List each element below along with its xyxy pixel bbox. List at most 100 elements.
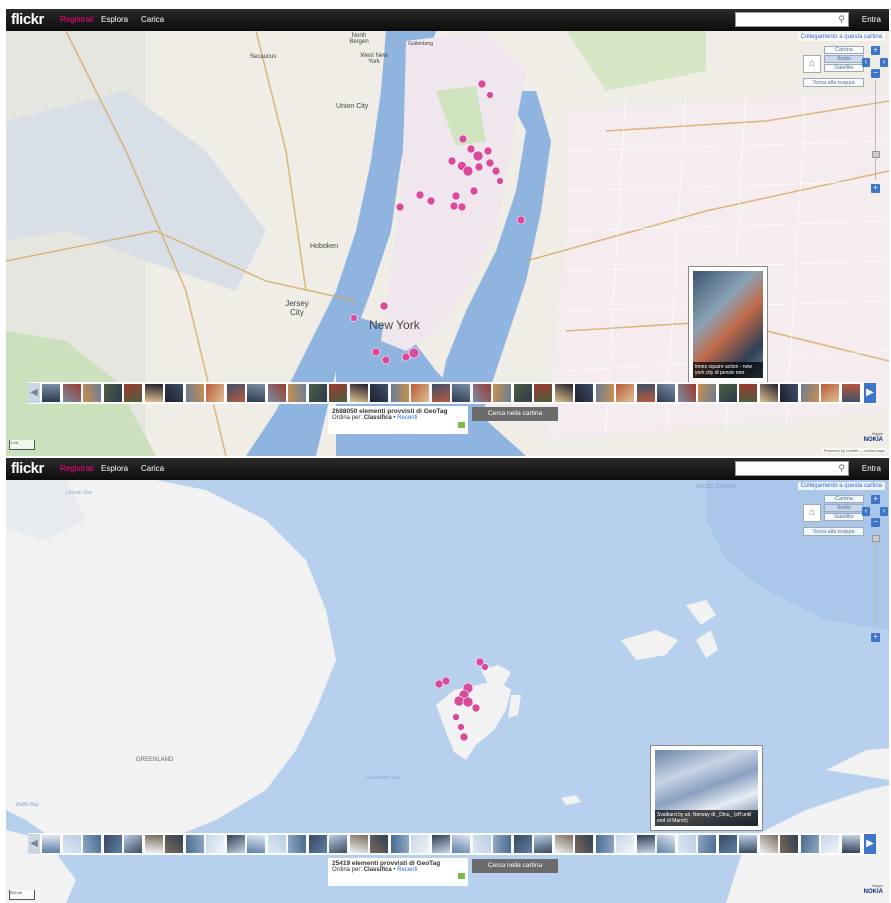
photo-thumbnail[interactable] [554,835,573,853]
photo-thumbnail[interactable] [472,384,491,402]
photo-thumbnail[interactable] [411,384,429,402]
photo-thumbnail[interactable] [329,835,347,853]
strip-next-button[interactable]: ▶ [864,834,876,854]
photo-thumbnail[interactable] [657,384,675,402]
photo-thumbnail[interactable] [42,835,60,853]
photo-thumbnail[interactable] [677,384,696,402]
photo-thumbnail[interactable] [206,384,224,402]
photo-thumbnail[interactable] [124,384,142,402]
photo-thumbnail[interactable] [595,835,614,853]
map-permalink[interactable]: Collegamento a questa cartina [797,482,885,490]
search-icon[interactable]: ⚲ [838,14,845,25]
photo-thumbnail[interactable] [431,384,450,402]
signin-link[interactable]: Entra [862,15,881,24]
photo-thumbnail[interactable] [800,384,819,402]
photo-thumbnail[interactable] [247,835,265,853]
photo-thumbnail[interactable] [62,835,81,853]
photo-thumbnail[interactable] [575,384,593,402]
photo-thumbnail[interactable] [657,835,675,853]
photo-thumbnail[interactable] [83,384,101,402]
photo-thumbnail[interactable] [288,835,306,853]
photo-popup[interactable]: times square action - new york city di p… [688,266,768,383]
photo-thumbnail[interactable] [513,835,532,853]
nav-signup[interactable]: Registrati [60,464,94,473]
feed-icon[interactable] [458,422,465,428]
photo-thumbnail[interactable] [821,835,839,853]
photo-thumbnail[interactable] [226,835,245,853]
photo-thumbnail[interactable] [759,384,778,402]
photo-thumbnail[interactable] [144,384,163,402]
zoom-out-button[interactable]: − [871,518,880,527]
photo-thumbnail[interactable] [103,835,122,853]
photo-thumbnail[interactable] [62,384,81,402]
flickr-logo[interactable]: flickr [11,11,44,28]
nav-signup[interactable]: Registrati [60,15,94,24]
search-map-button[interactable]: Cerca nella cartina [472,407,558,421]
sort-recent-link[interactable]: Recenti [397,415,417,421]
sort-recent-link[interactable]: Recenti [397,867,417,873]
photo-thumbnail[interactable] [759,835,778,853]
zoom-in-bottom-button[interactable]: + [871,184,880,193]
photo-thumbnail[interactable] [493,835,511,853]
photo-thumbnail[interactable] [636,384,655,402]
photo-thumbnail[interactable] [267,384,286,402]
photo-thumbnail[interactable] [534,835,552,853]
strip-next-button[interactable]: ▶ [864,383,876,403]
photo-thumbnail[interactable] [493,384,511,402]
photo-thumbnail[interactable] [718,835,737,853]
photo-thumbnail[interactable] [739,384,757,402]
photo-thumbnail[interactable] [124,835,142,853]
flickr-logo[interactable]: flickr [11,460,44,477]
search-input[interactable]: ⚲ [735,461,849,476]
photo-thumbnail[interactable] [780,835,798,853]
back-to-map-button[interactable]: Torna alla mappa [803,527,864,536]
feed-icon[interactable] [458,873,465,879]
sort-rank-link[interactable]: Classifica [364,867,392,873]
home-button[interactable]: ⌂ [803,504,821,522]
maptype-satellite[interactable]: Satellite [824,64,864,72]
zoom-track[interactable] [875,80,876,180]
photo-thumbnail[interactable] [308,835,327,853]
photo-thumbnail[interactable] [349,384,368,402]
zoom-slider-thumb[interactable] [872,151,880,158]
photo-thumbnail[interactable] [595,384,614,402]
photo-thumbnail[interactable] [185,384,204,402]
signin-link[interactable]: Entra [862,464,881,473]
maptype-hybrid[interactable]: Ibrido [824,504,864,512]
photo-thumbnail[interactable] [390,384,409,402]
photo-thumbnail[interactable] [677,835,696,853]
nav-explore[interactable]: Esplora [101,15,128,24]
back-to-map-button[interactable]: Torna alla mappa [803,78,864,87]
maptype-map[interactable]: Cartina [824,46,864,54]
photo-thumbnail[interactable] [616,384,634,402]
photo-thumbnail[interactable] [329,384,347,402]
nav-upload[interactable]: Carica [141,15,164,24]
photo-thumbnail[interactable] [780,384,798,402]
photo-thumbnail[interactable] [821,384,839,402]
nav-upload[interactable]: Carica [141,464,164,473]
popup-caption[interactable]: times square action - new york city di p… [693,362,763,378]
zoom-slider-thumb[interactable] [872,535,880,542]
maptype-hybrid[interactable]: Ibrido [824,55,864,63]
photo-thumbnail[interactable] [288,384,306,402]
zoom-out-button[interactable]: − [871,69,880,78]
photo-thumbnail[interactable] [42,384,60,402]
photo-thumbnail[interactable] [267,835,286,853]
zoom-in-bottom-button[interactable]: + [871,633,880,642]
photo-thumbnail[interactable] [185,835,204,853]
photo-thumbnail[interactable] [144,835,163,853]
photo-thumbnail[interactable] [739,835,757,853]
strip-prev-button[interactable]: ◀ [28,383,40,403]
photo-thumbnail[interactable] [718,384,737,402]
photo-thumbnail[interactable] [411,835,429,853]
pan-left-button[interactable]: ‹ [862,58,870,67]
photo-thumbnail[interactable] [452,835,470,853]
map-attribution[interactable]: Powered by Leaflet — nokia-maps [821,448,887,453]
photo-thumbnail[interactable] [370,384,388,402]
pan-right-button[interactable]: › [880,507,888,516]
photo-thumbnail[interactable] [698,835,716,853]
photo-thumbnail[interactable] [616,835,634,853]
home-button[interactable]: ⌂ [803,55,821,73]
photo-thumbnail[interactable] [534,384,552,402]
photo-thumbnail[interactable] [103,384,122,402]
